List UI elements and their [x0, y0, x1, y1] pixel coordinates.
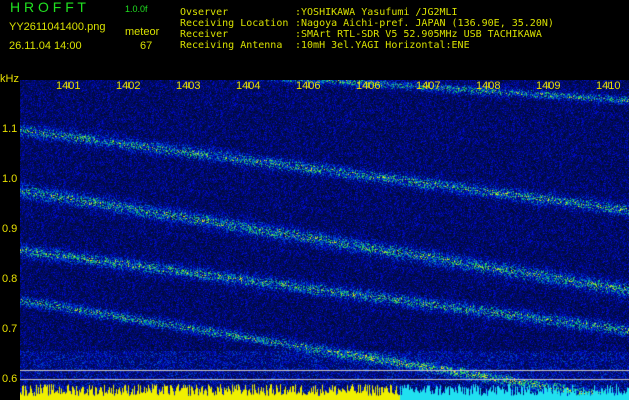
x-tick-label: 1407 [416, 80, 441, 92]
meteor-count: 67 [140, 40, 153, 52]
x-tick-label: 1403 [176, 80, 201, 92]
info-value: :Nagoya Aichi-pref. JAPAN (136.90E, 35.2… [295, 18, 554, 29]
y-tick-label: 0.9 [2, 223, 18, 235]
info-value: :SMArt RTL-SDR V5 52.905MHz USB TACHIKAW… [295, 29, 542, 40]
y-tick-label: 0.7 [2, 323, 18, 335]
y-tick-label: 1.0 [2, 173, 18, 185]
x-tick-label: 1410 [596, 80, 621, 92]
datetime: 26.11.04 14:00 [9, 40, 82, 52]
x-tick-label: 1406 [356, 80, 381, 92]
y-tick-label: 1.1 [2, 123, 18, 135]
version: 1.0.0f [125, 4, 148, 14]
x-tick-label: 1409 [536, 80, 561, 92]
y-unit: kHz [0, 73, 19, 85]
info-value: :10mH 3el.YAGI Horizontal:ENE [295, 40, 470, 51]
x-tick-label: 1401 [56, 80, 81, 92]
spectrogram [20, 80, 629, 400]
filename: YY2611041400.png [9, 21, 106, 33]
x-tick-label: 1406 [296, 80, 321, 92]
x-tick-label: 1404 [236, 80, 261, 92]
info-label: Receiving Location [180, 18, 289, 29]
x-tick-label: 1402 [116, 80, 141, 92]
y-tick-label: 0.6 [2, 373, 18, 385]
x-tick-label: 1408 [476, 80, 501, 92]
info-label: Ovserver [180, 7, 229, 18]
meteor-label: meteor [125, 26, 160, 38]
y-tick-label: 0.8 [2, 273, 18, 285]
info-label: Receiver [180, 29, 229, 40]
info-label: Receiving Antenna [180, 40, 283, 51]
info-value: :YOSHIKAWA Yasufumi /JG2MLI [295, 7, 458, 18]
app-title: H R O F F T [10, 0, 86, 15]
